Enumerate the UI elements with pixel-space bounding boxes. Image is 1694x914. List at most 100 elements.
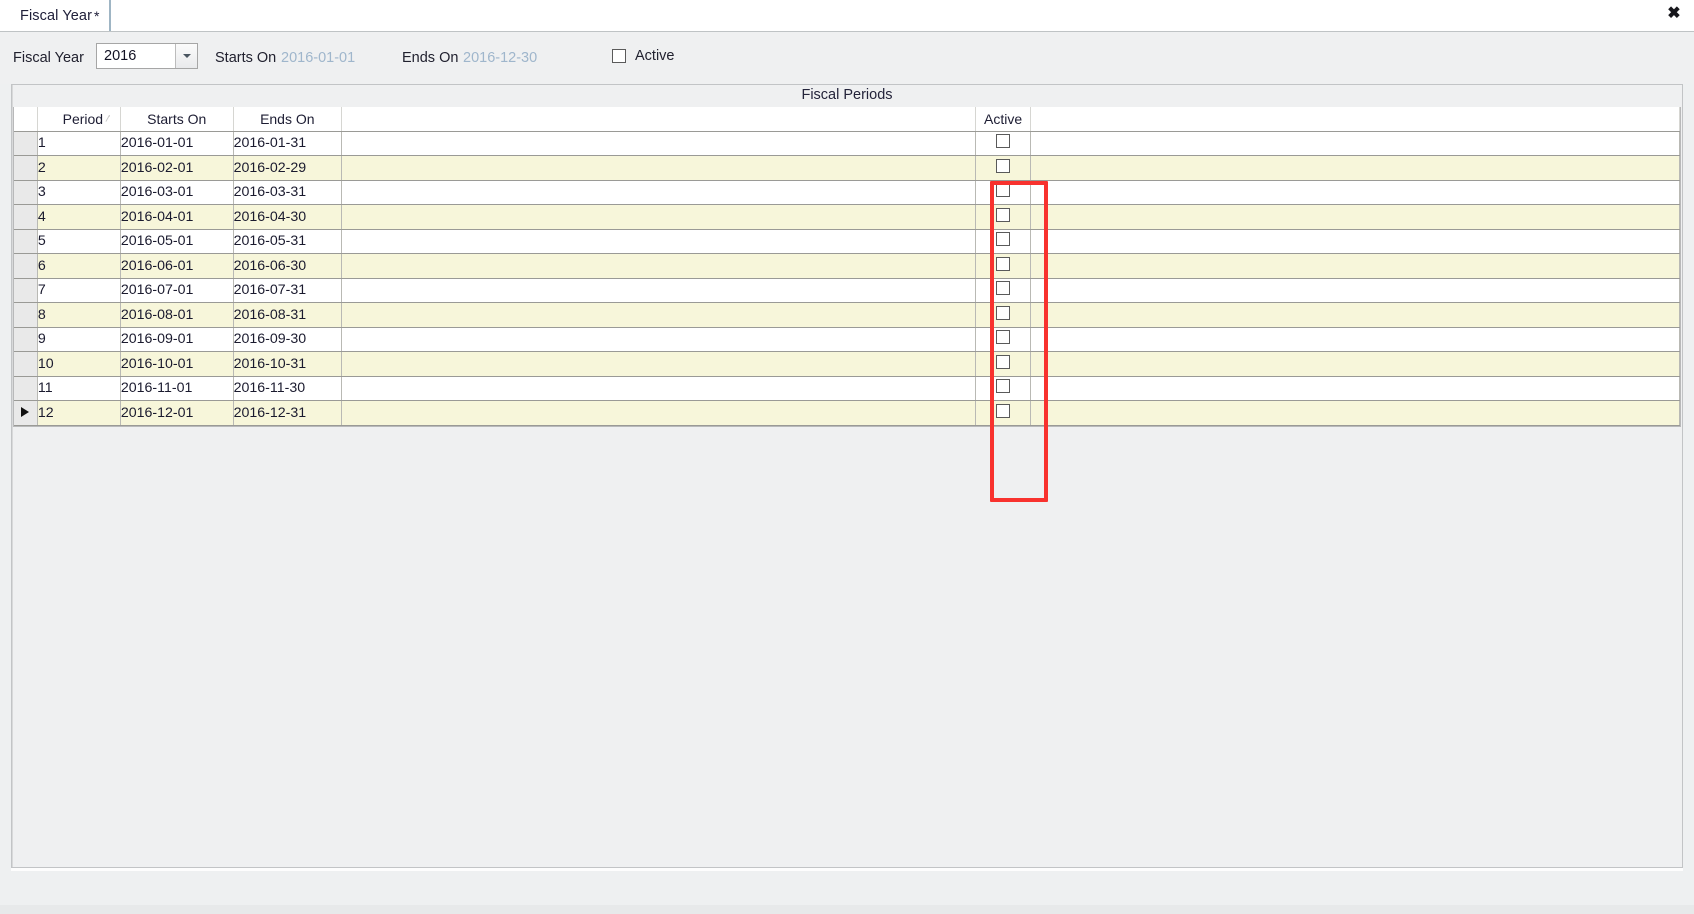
table-row[interactable]: 7 2016-07-01 2016-07-31 <box>14 278 1680 303</box>
table-row[interactable]: 1 2016-01-01 2016-01-31 <box>14 131 1680 156</box>
cell-period[interactable]: 5 <box>37 229 121 254</box>
checkbox-icon[interactable] <box>996 207 1011 222</box>
cell-period[interactable]: 10 <box>37 351 121 377</box>
row-selector-cell[interactable] <box>14 180 38 205</box>
cell-spacer[interactable] <box>341 155 976 181</box>
table-row[interactable]: 4 2016-04-01 2016-04-30 <box>14 204 1680 230</box>
cell-fill[interactable] <box>1030 278 1680 303</box>
cell-ends-on[interactable]: 2016-02-29 <box>233 155 343 181</box>
table-row[interactable]: 6 2016-06-01 2016-06-30 <box>14 253 1680 279</box>
cell-starts-on[interactable]: 2016-05-01 <box>120 229 234 254</box>
cell-ends-on[interactable]: 2016-04-30 <box>233 204 343 230</box>
cell-spacer[interactable] <box>341 180 976 205</box>
cell-active[interactable] <box>975 302 1032 328</box>
cell-active[interactable] <box>975 204 1032 230</box>
cell-starts-on[interactable]: 2016-04-01 <box>120 204 234 230</box>
cell-spacer[interactable] <box>341 278 976 303</box>
cell-starts-on[interactable]: 2016-03-01 <box>120 180 234 205</box>
cell-period[interactable]: 11 <box>37 376 121 401</box>
checkbox-icon[interactable] <box>996 183 1011 198</box>
cell-active[interactable] <box>975 376 1032 401</box>
table-row[interactable]: 2 2016-02-01 2016-02-29 <box>14 155 1680 181</box>
checkbox-icon[interactable] <box>996 232 1011 247</box>
row-selector-cell[interactable] <box>14 155 38 181</box>
cell-spacer[interactable] <box>341 204 976 230</box>
cell-period[interactable]: 4 <box>37 204 121 230</box>
row-selector-cell[interactable] <box>14 131 38 156</box>
cell-ends-on[interactable]: 2016-03-31 <box>233 180 343 205</box>
row-selector-cell[interactable] <box>14 351 38 377</box>
cell-ends-on[interactable]: 2016-11-30 <box>233 376 343 401</box>
row-selector-cell[interactable] <box>14 400 38 426</box>
cell-spacer[interactable] <box>341 327 976 352</box>
cell-starts-on[interactable]: 2016-10-01 <box>120 351 234 377</box>
cell-fill[interactable] <box>1030 229 1680 254</box>
chevron-down-icon[interactable] <box>175 44 197 68</box>
cell-period[interactable]: 8 <box>37 302 121 328</box>
checkbox-icon[interactable] <box>996 354 1011 369</box>
cell-starts-on[interactable]: 2016-09-01 <box>120 327 234 352</box>
table-row[interactable]: 10 2016-10-01 2016-10-31 <box>14 351 1680 377</box>
cell-period[interactable]: 3 <box>37 180 121 205</box>
row-selector-cell[interactable] <box>14 327 38 352</box>
tab-fiscal-year[interactable]: Fiscal Year * <box>8 0 112 31</box>
cell-starts-on[interactable]: 2016-08-01 <box>120 302 234 328</box>
cell-ends-on[interactable]: 2016-05-31 <box>233 229 343 254</box>
checkbox-icon[interactable] <box>996 330 1011 345</box>
cell-ends-on[interactable]: 2016-06-30 <box>233 253 343 279</box>
cell-period[interactable]: 1 <box>37 131 121 156</box>
cell-period[interactable]: 6 <box>37 253 121 279</box>
cell-fill[interactable] <box>1030 204 1680 230</box>
row-selector-cell[interactable] <box>14 278 38 303</box>
cell-active[interactable] <box>975 155 1032 181</box>
cell-spacer[interactable] <box>341 302 976 328</box>
cell-fill[interactable] <box>1030 253 1680 279</box>
cell-starts-on[interactable]: 2016-01-01 <box>120 131 234 156</box>
cell-fill[interactable] <box>1030 376 1680 401</box>
cell-ends-on[interactable]: 2016-12-31 <box>233 400 343 426</box>
fiscal-periods-grid[interactable]: Period Starts On Ends On Active 1 2016-0… <box>13 107 1681 427</box>
close-icon[interactable]: ✖ <box>1663 3 1685 25</box>
table-row[interactable]: 9 2016-09-01 2016-09-30 <box>14 327 1680 352</box>
cell-active[interactable] <box>975 400 1032 426</box>
cell-fill[interactable] <box>1030 302 1680 328</box>
cell-spacer[interactable] <box>341 131 976 156</box>
cell-spacer[interactable] <box>341 351 976 377</box>
cell-active[interactable] <box>975 351 1032 377</box>
cell-active[interactable] <box>975 229 1032 254</box>
checkbox-icon[interactable] <box>996 281 1011 296</box>
cell-ends-on[interactable]: 2016-01-31 <box>233 131 343 156</box>
table-row[interactable]: 5 2016-05-01 2016-05-31 <box>14 229 1680 254</box>
cell-starts-on[interactable]: 2016-12-01 <box>120 400 234 426</box>
cell-active[interactable] <box>975 327 1032 352</box>
cell-starts-on[interactable]: 2016-06-01 <box>120 253 234 279</box>
checkbox-icon[interactable] <box>612 49 626 63</box>
cell-active[interactable] <box>975 180 1032 205</box>
cell-fill[interactable] <box>1030 327 1680 352</box>
column-header-period[interactable]: Period <box>37 107 121 132</box>
checkbox-icon[interactable] <box>996 158 1011 173</box>
checkbox-icon[interactable] <box>996 403 1011 418</box>
cell-period[interactable]: 12 <box>37 400 121 426</box>
cell-fill[interactable] <box>1030 351 1680 377</box>
cell-active[interactable] <box>975 131 1032 156</box>
column-header-starts-on[interactable]: Starts On <box>120 107 234 132</box>
cell-ends-on[interactable]: 2016-08-31 <box>233 302 343 328</box>
cell-starts-on[interactable]: 2016-07-01 <box>120 278 234 303</box>
cell-fill[interactable] <box>1030 131 1680 156</box>
cell-ends-on[interactable]: 2016-07-31 <box>233 278 343 303</box>
cell-active[interactable] <box>975 253 1032 279</box>
row-selector-cell[interactable] <box>14 302 38 328</box>
cell-fill[interactable] <box>1030 180 1680 205</box>
fiscal-year-select[interactable]: 2016 <box>96 43 198 69</box>
checkbox-icon[interactable] <box>996 256 1011 271</box>
row-selector-cell[interactable] <box>14 376 38 401</box>
cell-spacer[interactable] <box>341 376 976 401</box>
checkbox-icon[interactable] <box>996 379 1011 394</box>
cell-fill[interactable] <box>1030 155 1680 181</box>
row-selector-cell[interactable] <box>14 204 38 230</box>
cell-spacer[interactable] <box>341 253 976 279</box>
table-row[interactable]: 3 2016-03-01 2016-03-31 <box>14 180 1680 205</box>
cell-spacer[interactable] <box>341 400 976 426</box>
checkbox-icon[interactable] <box>996 134 1011 149</box>
